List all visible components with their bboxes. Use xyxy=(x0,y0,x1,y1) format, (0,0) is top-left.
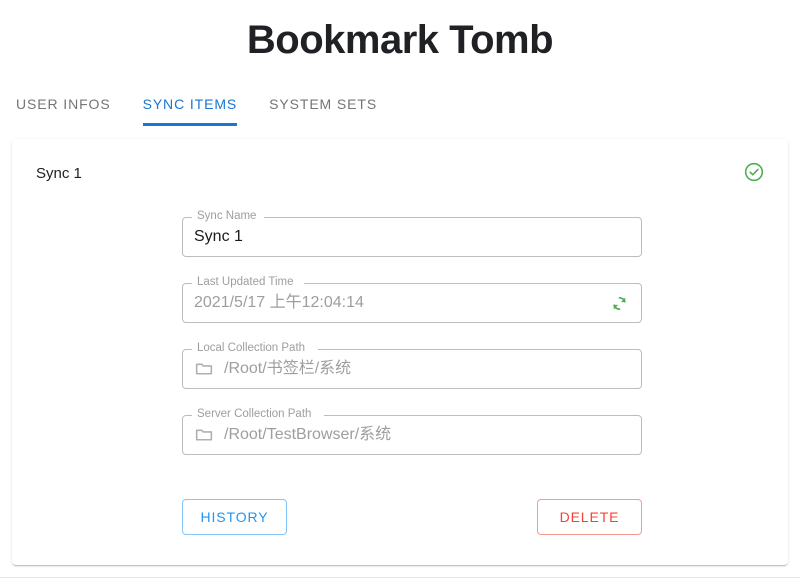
field-last-updated-time[interactable]: Last Updated Time 2021/5/17 上午12:04:14 xyxy=(182,275,642,323)
card-title: Sync 1 xyxy=(36,165,82,182)
field-body: /Root/书签栏/系统 xyxy=(182,349,642,389)
field-label-sync-name: Sync Name xyxy=(193,209,261,223)
field-label-last-updated-time: Last Updated Time xyxy=(193,275,298,289)
tab-system-sets[interactable]: SYSTEM SETS xyxy=(253,88,393,126)
field-label-local-collection-path: Local Collection Path xyxy=(193,341,310,355)
folder-icon xyxy=(194,359,214,379)
tab-user-infos[interactable]: USER INFOS xyxy=(0,88,127,126)
field-body xyxy=(182,217,642,257)
sync-name-input[interactable] xyxy=(194,226,630,248)
field-body: /Root/TestBrowser/系统 xyxy=(182,415,642,455)
history-button[interactable]: HISTORY xyxy=(182,499,287,535)
field-label-server-collection-path: Server Collection Path xyxy=(193,407,316,421)
last-updated-time-value: 2021/5/17 上午12:04:14 xyxy=(194,294,364,311)
tab-label: USER INFOS xyxy=(16,96,111,112)
bottom-divider xyxy=(0,577,800,578)
tab-label: SYSTEM SETS xyxy=(269,96,378,112)
delete-button[interactable]: DELETE xyxy=(537,499,642,535)
app-root: Bookmark Tomb USER INFOS SYNC ITEMS SYST… xyxy=(0,0,800,582)
sync-item-card: Sync 1 Sync Name Sync 1 Last Updated Tim… xyxy=(12,139,788,565)
field-body: 2021/5/17 上午12:04:14 xyxy=(182,283,642,323)
field-server-collection-path[interactable]: Server Collection Path /Root/TestBrowser… xyxy=(182,407,642,455)
sync-refresh-icon[interactable] xyxy=(609,293,630,314)
field-local-collection-path[interactable]: Local Collection Path /Root/书签栏/系统 xyxy=(182,341,642,389)
page-title: Bookmark Tomb xyxy=(246,18,554,62)
tab-sync-items[interactable]: SYNC ITEMS xyxy=(127,88,254,126)
sync-item-form: Sync Name Last Updated Time 2021/5/17 上午… xyxy=(182,209,642,481)
card-header: Sync 1 xyxy=(36,161,764,187)
tab-label: SYNC ITEMS xyxy=(142,96,238,112)
folder-icon xyxy=(194,425,214,445)
local-collection-path-value: /Root/书签栏/系统 xyxy=(224,360,352,377)
tab-bar: USER INFOS SYNC ITEMS SYSTEM SETS xyxy=(0,88,800,128)
card-actions: HISTORY DELETE xyxy=(182,499,642,535)
check-circle-icon xyxy=(744,162,764,187)
server-collection-path-value: /Root/TestBrowser/系统 xyxy=(224,426,392,443)
field-sync-name[interactable]: Sync Name xyxy=(182,209,642,257)
